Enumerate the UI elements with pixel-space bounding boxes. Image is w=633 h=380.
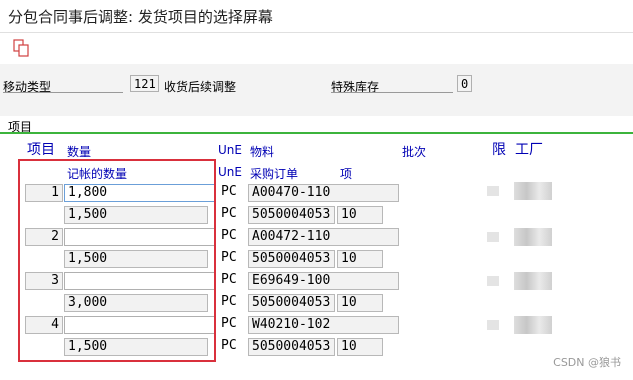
unit-field: PC xyxy=(221,316,237,331)
po-item-field: 10 xyxy=(337,294,383,312)
col-header-material[interactable]: 物料 xyxy=(250,143,274,160)
label-underline xyxy=(3,92,123,93)
redacted-value xyxy=(514,272,552,290)
po-item-field: 10 xyxy=(337,338,383,356)
col-header-item[interactable]: 项目 xyxy=(27,139,55,159)
redacted-value xyxy=(487,320,499,330)
redacted-value xyxy=(514,182,552,200)
po-item-field: 10 xyxy=(337,206,383,224)
movement-type-field[interactable]: 121 xyxy=(130,75,159,92)
section-divider xyxy=(0,132,633,134)
col-header-po-item[interactable]: 项 xyxy=(340,165,352,182)
movement-type-description: 收货后续调整 xyxy=(164,80,237,94)
unit-field: PC xyxy=(221,250,237,265)
redacted-value xyxy=(487,186,499,196)
material-field: A00470-110 xyxy=(248,184,399,202)
special-stock-field[interactable]: 0 xyxy=(457,75,472,92)
purchase-order-field: 5050004053 xyxy=(248,338,335,356)
unit-field: PC xyxy=(221,184,237,199)
unit-field: PC xyxy=(221,338,237,353)
purchase-order-field: 5050004053 xyxy=(248,206,335,224)
col-header-purchase-order[interactable]: 采购订单 xyxy=(250,165,298,182)
window-title: 分包合同事后调整: 发货项目的选择屏幕 xyxy=(8,8,273,26)
col-header-une-2[interactable]: UnE xyxy=(218,165,242,179)
material-field: E69649-100 xyxy=(248,272,399,290)
redacted-value xyxy=(487,276,499,286)
col-header-une[interactable]: UnE xyxy=(218,143,242,157)
po-item-field: 10 xyxy=(337,250,383,268)
unit-field: PC xyxy=(221,294,237,309)
col-header-batch[interactable]: 批次 xyxy=(402,143,426,160)
material-field: A00472-110 xyxy=(248,228,399,246)
unit-field: PC xyxy=(221,206,237,221)
copy-documents-icon[interactable] xyxy=(12,38,32,58)
redacted-value xyxy=(487,232,499,242)
highlight-box xyxy=(18,159,216,362)
col-header-plant[interactable]: 工厂 xyxy=(515,139,543,159)
redacted-value xyxy=(514,316,552,334)
redacted-value xyxy=(514,228,552,246)
col-header-quantity[interactable]: 数量 xyxy=(67,143,91,160)
purchase-order-field: 5050004053 xyxy=(248,250,335,268)
title-divider xyxy=(0,32,633,33)
unit-field: PC xyxy=(221,228,237,243)
header-area xyxy=(0,64,633,116)
unit-field: PC xyxy=(221,272,237,287)
label-underline xyxy=(331,92,453,93)
purchase-order-field: 5050004053 xyxy=(248,294,335,312)
watermark-text: CSDN @狼书 xyxy=(553,356,621,369)
col-header-limit[interactable]: 限 xyxy=(492,139,506,159)
material-field: W40210-102 xyxy=(248,316,399,334)
